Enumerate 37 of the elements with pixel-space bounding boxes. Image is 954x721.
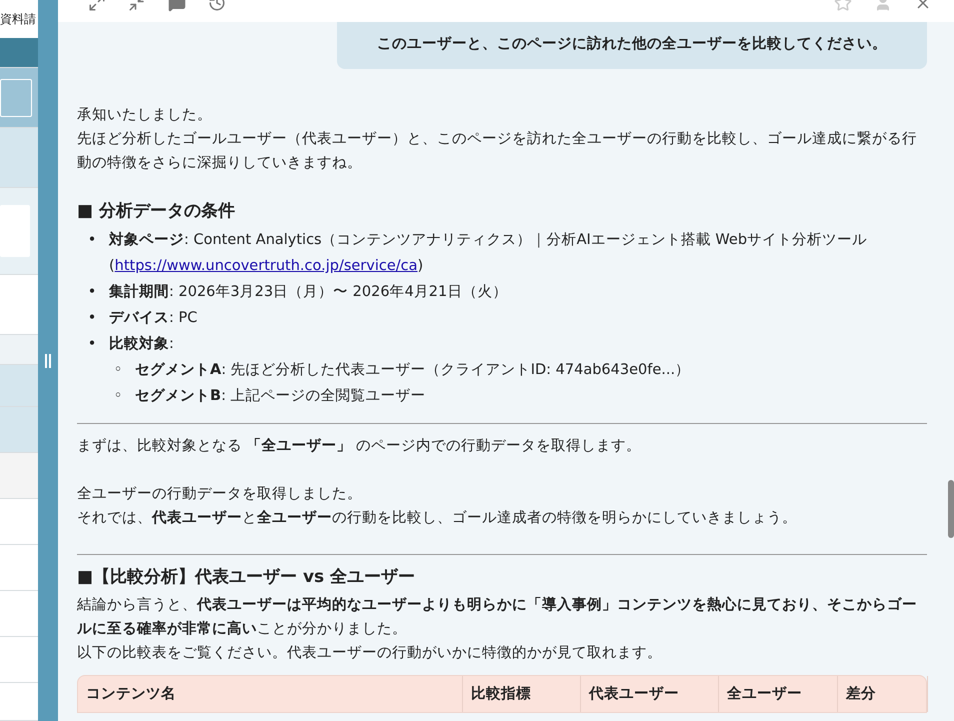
- user-message: このユーザーと、このページに訪れた他の全ユーザーを比較してください。: [337, 22, 927, 69]
- bullet-icon: •: [85, 331, 99, 357]
- message-text: それでは、代表ユーザーと全ユーザーの行動を比較し、ゴール達成者の特徴を明らかにしていきましょう。: [77, 510, 797, 526]
- list-item-text: セグメントB: 上記ページの全閲覧ユーザー: [135, 387, 426, 406]
- column-header: 代表ユーザー: [581, 676, 719, 712]
- column-header: 比較指標: [463, 676, 581, 712]
- column-header: コンテンツ名: [78, 676, 463, 712]
- scrollbar-thumb[interactable]: [948, 480, 954, 538]
- list-item-text: 対象ページ: Content Analytics（コンテンツアナリティクス）｜分析AIエージェント搭載 Webサイト分析ツール (https://www.uncovertruth.co.jp/service/ca): [109, 230, 868, 276]
- panel-row: [0, 453, 38, 499]
- bullet-icon: •: [85, 227, 99, 279]
- section-heading: ■ 分析データの条件: [77, 200, 236, 223]
- message-text: 先ほど分析したゴールユーザー（代表ユーザー）と、このページを訪れた全ユーザーの行動を比較し、ゴール達成に繋がる行動の特徴をさらに深掘りしていきますね。: [77, 131, 917, 171]
- bullet-icon: ◦: [111, 383, 125, 409]
- message-text: 以下の比較表をご覧ください。代表ユーザーの行動がいかに特徴的かが見て取れます。: [77, 645, 662, 661]
- panel-row: [0, 407, 38, 453]
- url-link[interactable]: https://www.uncovertruth.co.jp/service/ca: [114, 258, 418, 274]
- input-field[interactable]: [0, 78, 32, 116]
- bullet-icon: •: [85, 279, 99, 305]
- message-text: 結論から言うと、代表ユーザーは平均的なユーザーよりも明らかに「導入事例」コンテンツを熱心に見ており、そこからゴールに至る確率が非常に高いことが分かりました。: [77, 597, 917, 637]
- resize-handle[interactable]: [38, 0, 58, 721]
- panel-row: [0, 335, 38, 365]
- list-item-text: デバイス: PC: [109, 309, 198, 328]
- column-header: 差分: [838, 676, 928, 712]
- message-text: まずは、比較対象となる 「全ユーザー」 のページ内での行動データを取得します。: [77, 438, 642, 454]
- bullet-icon: ◦: [111, 357, 125, 383]
- list-item-text: 集計期間: 2026年3月23日（月）〜 2026年4月21日（火）: [109, 282, 508, 302]
- panel-row: [0, 365, 38, 407]
- column-header: 全ユーザー: [719, 676, 838, 712]
- list-item-text: セグメントA: 先ほど分析した代表ユーザー（クライアントID: 474ab643e0fe...）: [135, 361, 690, 380]
- section-heading: ■【比較分析】代表ユーザー vs 全ユーザー: [77, 566, 416, 589]
- page-title: 資料請: [0, 11, 37, 28]
- list-item-text: 比較対象:: [109, 334, 174, 354]
- message-text: 承知いたしました。: [77, 107, 212, 123]
- message-text: 全ユーザーの行動データを取得しました。: [77, 486, 362, 502]
- grip-icon: [45, 354, 51, 368]
- bullet-icon: •: [85, 305, 99, 331]
